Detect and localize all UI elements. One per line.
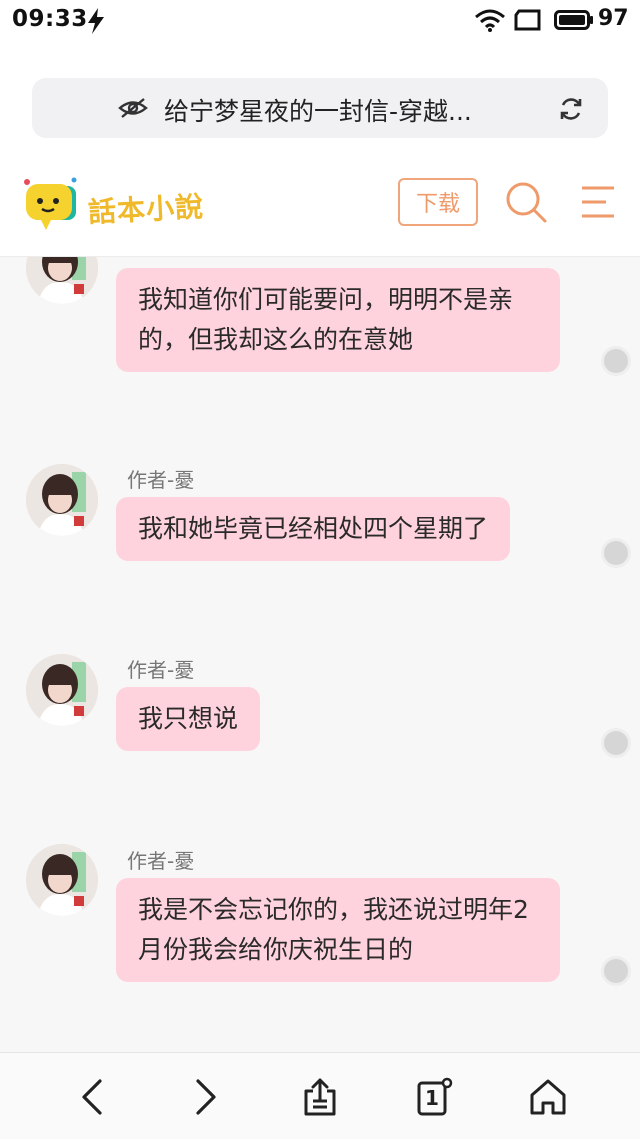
status-dot <box>601 346 631 376</box>
browser-bottom-nav: 1 <box>0 1052 640 1139</box>
logo-chat-icon <box>24 177 77 230</box>
reload-icon[interactable] <box>558 96 584 122</box>
status-dot <box>601 956 631 986</box>
chat-list[interactable]: 我知道你们可能要问，明明不是亲的，但我却这么的在意她 作者-憂 我和她毕竟已经相… <box>0 257 640 1052</box>
status-time: 09:33 <box>12 6 88 32</box>
download-button[interactable]: 下载 <box>398 178 478 226</box>
logo-text: 話本小說 <box>87 189 205 230</box>
battery-percent: 97 <box>598 6 629 31</box>
tab-count: 1 <box>425 1086 439 1110</box>
message-bubble[interactable]: 我知道你们可能要问，明明不是亲的，但我却这么的在意她 <box>116 268 560 372</box>
share-icon[interactable] <box>301 1077 339 1117</box>
avatar-image <box>26 844 98 916</box>
message-bubble[interactable]: 我只想说 <box>116 687 261 751</box>
avatar-image <box>26 654 98 726</box>
author-name: 作者-憂 <box>127 658 195 682</box>
back-icon[interactable] <box>78 1077 106 1117</box>
charging-bolt-icon <box>88 8 104 34</box>
avatar-image <box>26 257 98 304</box>
avatar[interactable] <box>26 654 98 726</box>
battery-icon <box>554 10 593 30</box>
avatar-image <box>26 464 98 536</box>
status-dot <box>601 538 631 568</box>
menu-icon[interactable] <box>580 185 616 219</box>
author-name: 作者-憂 <box>127 468 195 492</box>
address-bar[interactable]: 给宁梦星夜的一封信-穿越... <box>32 78 608 138</box>
avatar[interactable] <box>26 844 98 916</box>
status-bar: 09:33 97 <box>0 0 640 42</box>
site-logo[interactable]: 話本小說 <box>22 176 222 234</box>
avatar[interactable] <box>26 257 98 304</box>
search-icon[interactable] <box>504 180 548 224</box>
forward-icon[interactable] <box>192 1077 220 1117</box>
message-bubble[interactable]: 我和她毕竟已经相处四个星期了 <box>116 497 511 561</box>
eye-off-icon[interactable] <box>118 97 148 119</box>
tabs-icon[interactable]: 1 <box>416 1077 454 1117</box>
author-name: 作者-憂 <box>127 849 195 873</box>
sim-icon <box>514 9 541 31</box>
home-icon[interactable] <box>528 1077 568 1117</box>
browser-toolbar: 给宁梦星夜的一封信-穿越... <box>0 42 640 160</box>
page-title[interactable]: 给宁梦星夜的一封信-穿越... <box>164 92 472 128</box>
wifi-icon <box>475 9 505 32</box>
site-header: 話本小說 下载 <box>0 160 640 257</box>
avatar[interactable] <box>26 464 98 536</box>
status-dot <box>601 728 631 758</box>
message-bubble[interactable]: 我是不会忘记你的，我还说过明年2月份我会给你庆祝生日的 <box>116 878 560 982</box>
